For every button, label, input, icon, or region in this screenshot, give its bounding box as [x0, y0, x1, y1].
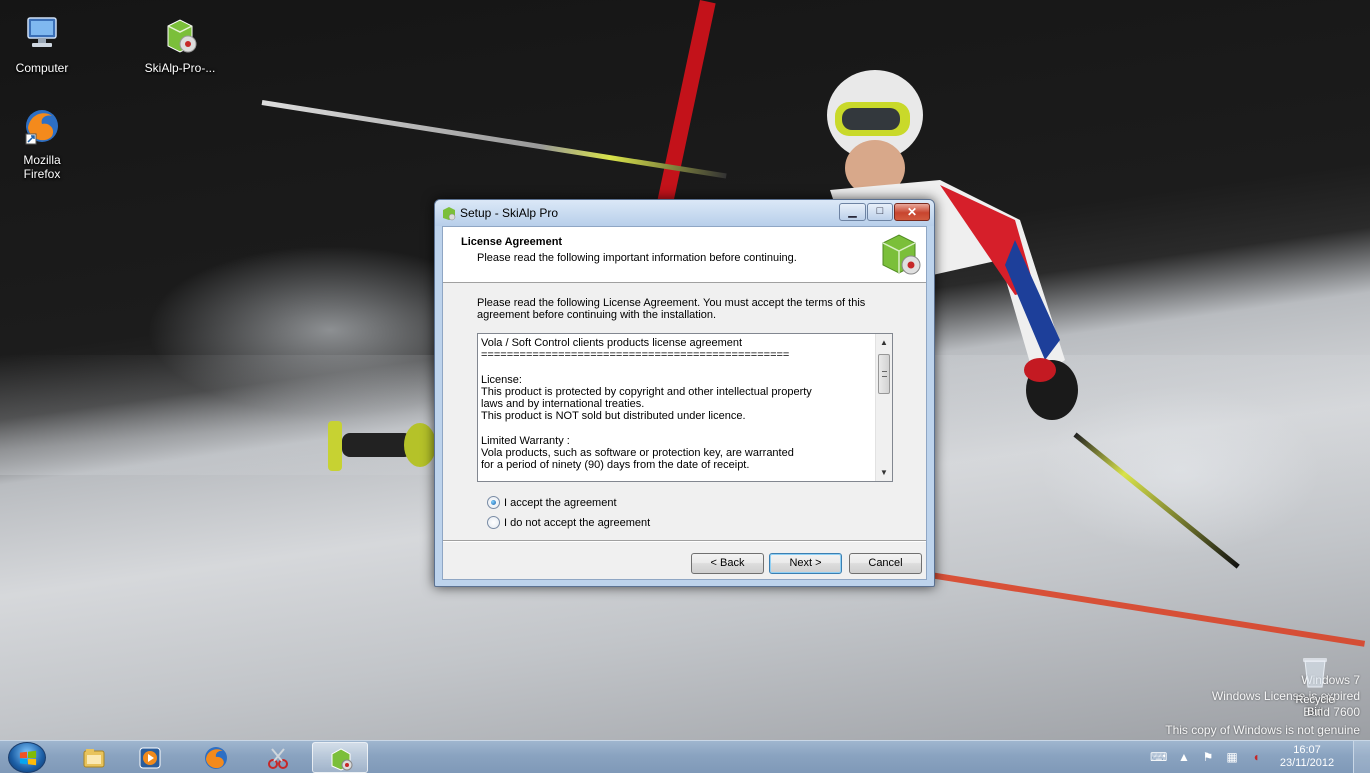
action-center-flag-icon[interactable]: ⚑ — [1200, 749, 1216, 765]
maximize-button[interactable]: □ — [867, 203, 893, 221]
desktop-icon-firefox[interactable]: Mozilla Firefox — [4, 106, 80, 181]
dialog-title-bar[interactable]: Setup - SkiAlp Pro ▁ □ ✕ — [435, 200, 934, 226]
taskbar-snipping-tool[interactable] — [250, 742, 306, 773]
not-genuine-watermark: This copy of Windows is not genuine — [1165, 723, 1360, 737]
setup-app-icon — [443, 207, 456, 221]
maximize-icon: □ — [876, 205, 884, 217]
wallpaper-ski-boot — [328, 421, 436, 471]
recycle-bin-icon — [1303, 658, 1327, 688]
scroll-down-arrow-icon[interactable]: ▼ — [876, 464, 892, 481]
installer-package-icon — [167, 19, 197, 53]
desktop-icon-skialp-installer[interactable]: SkiAlp-Pro-... — [142, 14, 218, 75]
taskbar-media-player[interactable] — [122, 742, 178, 773]
radio-unselected-icon[interactable] — [487, 516, 500, 529]
firefox-icon — [205, 747, 227, 769]
page-subtitle: Please read the following important info… — [477, 252, 797, 264]
folder-icon — [83, 749, 105, 768]
wizard-header: License Agreement Please read the follow… — [443, 227, 926, 283]
desktop-icon-label: SkiAlp-Pro-... — [144, 61, 216, 75]
scrollbar-thumb[interactable] — [878, 354, 890, 394]
radio-label: I do not accept the agreement — [504, 516, 651, 529]
license-text-box[interactable]: Vola / Soft Control clients products lic… — [477, 333, 893, 482]
radio-label: I accept the agreement — [504, 496, 617, 509]
desktop-icon-computer[interactable]: Computer — [4, 14, 80, 75]
scrollbar-grip-icon — [882, 371, 887, 377]
desktop-icon-label: Mozilla Firefox — [23, 153, 61, 181]
license-scrollbar[interactable]: ▲ ▼ — [875, 334, 892, 481]
decline-agreement-radio[interactable]: I do not accept the agreement — [487, 516, 650, 529]
keyboard-icon[interactable]: ⌨ — [1150, 749, 1167, 765]
firefox-icon — [25, 110, 58, 145]
taskbar-firefox[interactable] — [188, 742, 244, 773]
windows-logo-icon — [19, 750, 37, 766]
dialog-client-area: License Agreement Please read the follow… — [442, 226, 927, 580]
start-button[interactable] — [8, 742, 46, 773]
desktop-icon-label: Computer — [15, 61, 69, 75]
button-divider-highlight — [443, 541, 926, 542]
show-desktop-button[interactable] — [1353, 741, 1370, 773]
minimize-button[interactable]: ▁ — [839, 203, 866, 221]
setup-dialog[interactable]: Setup - SkiAlp Pro ▁ □ ✕ License Agreeme… — [434, 199, 935, 587]
radio-selected-icon[interactable] — [487, 496, 500, 509]
next-button[interactable]: Next > — [769, 553, 842, 574]
taskbar-explorer[interactable] — [66, 742, 122, 773]
minimize-icon: ▁ — [848, 206, 857, 218]
show-hidden-icons-chevron-icon[interactable]: ▲ — [1176, 749, 1192, 765]
scroll-up-arrow-icon[interactable]: ▲ — [876, 334, 892, 351]
cancel-button[interactable]: Cancel — [849, 553, 922, 574]
clock-time: 16:07 — [1293, 744, 1321, 756]
taskbar-skialp-setup[interactable] — [312, 742, 368, 773]
close-button[interactable]: ✕ — [894, 203, 930, 221]
volume-muted-icon[interactable]: ◖ — [1248, 749, 1264, 765]
media-player-icon — [139, 747, 161, 769]
license-agreement-text: Vola / Soft Control clients products lic… — [481, 337, 812, 472]
computer-icon — [27, 17, 57, 47]
desktop-icon-label: Recycle Bin — [1295, 694, 1335, 718]
dialog-title: Setup - SkiAlp Pro — [460, 206, 559, 220]
installer-package-icon — [331, 748, 353, 771]
close-icon: ✕ — [906, 205, 918, 219]
installer-package-icon — [882, 234, 921, 275]
scissors-icon — [268, 748, 288, 769]
page-title: License Agreement — [461, 236, 563, 248]
taskbar: ⌨ ▲ ⚑ ▦ ◖ 16:07 23/11/2012 — [0, 740, 1370, 773]
license-intro-text: Please read the following License Agreem… — [477, 297, 866, 321]
network-icon[interactable]: ▦ — [1224, 749, 1240, 765]
back-button[interactable]: < Back — [691, 553, 764, 574]
clock-date: 23/11/2012 — [1279, 757, 1335, 769]
desktop-icon-recycle-bin[interactable]: Recycle Bin — [1288, 655, 1342, 718]
accept-agreement-radio[interactable]: I accept the agreement — [487, 496, 617, 509]
system-clock[interactable]: 16:07 23/11/2012 — [1274, 744, 1340, 770]
